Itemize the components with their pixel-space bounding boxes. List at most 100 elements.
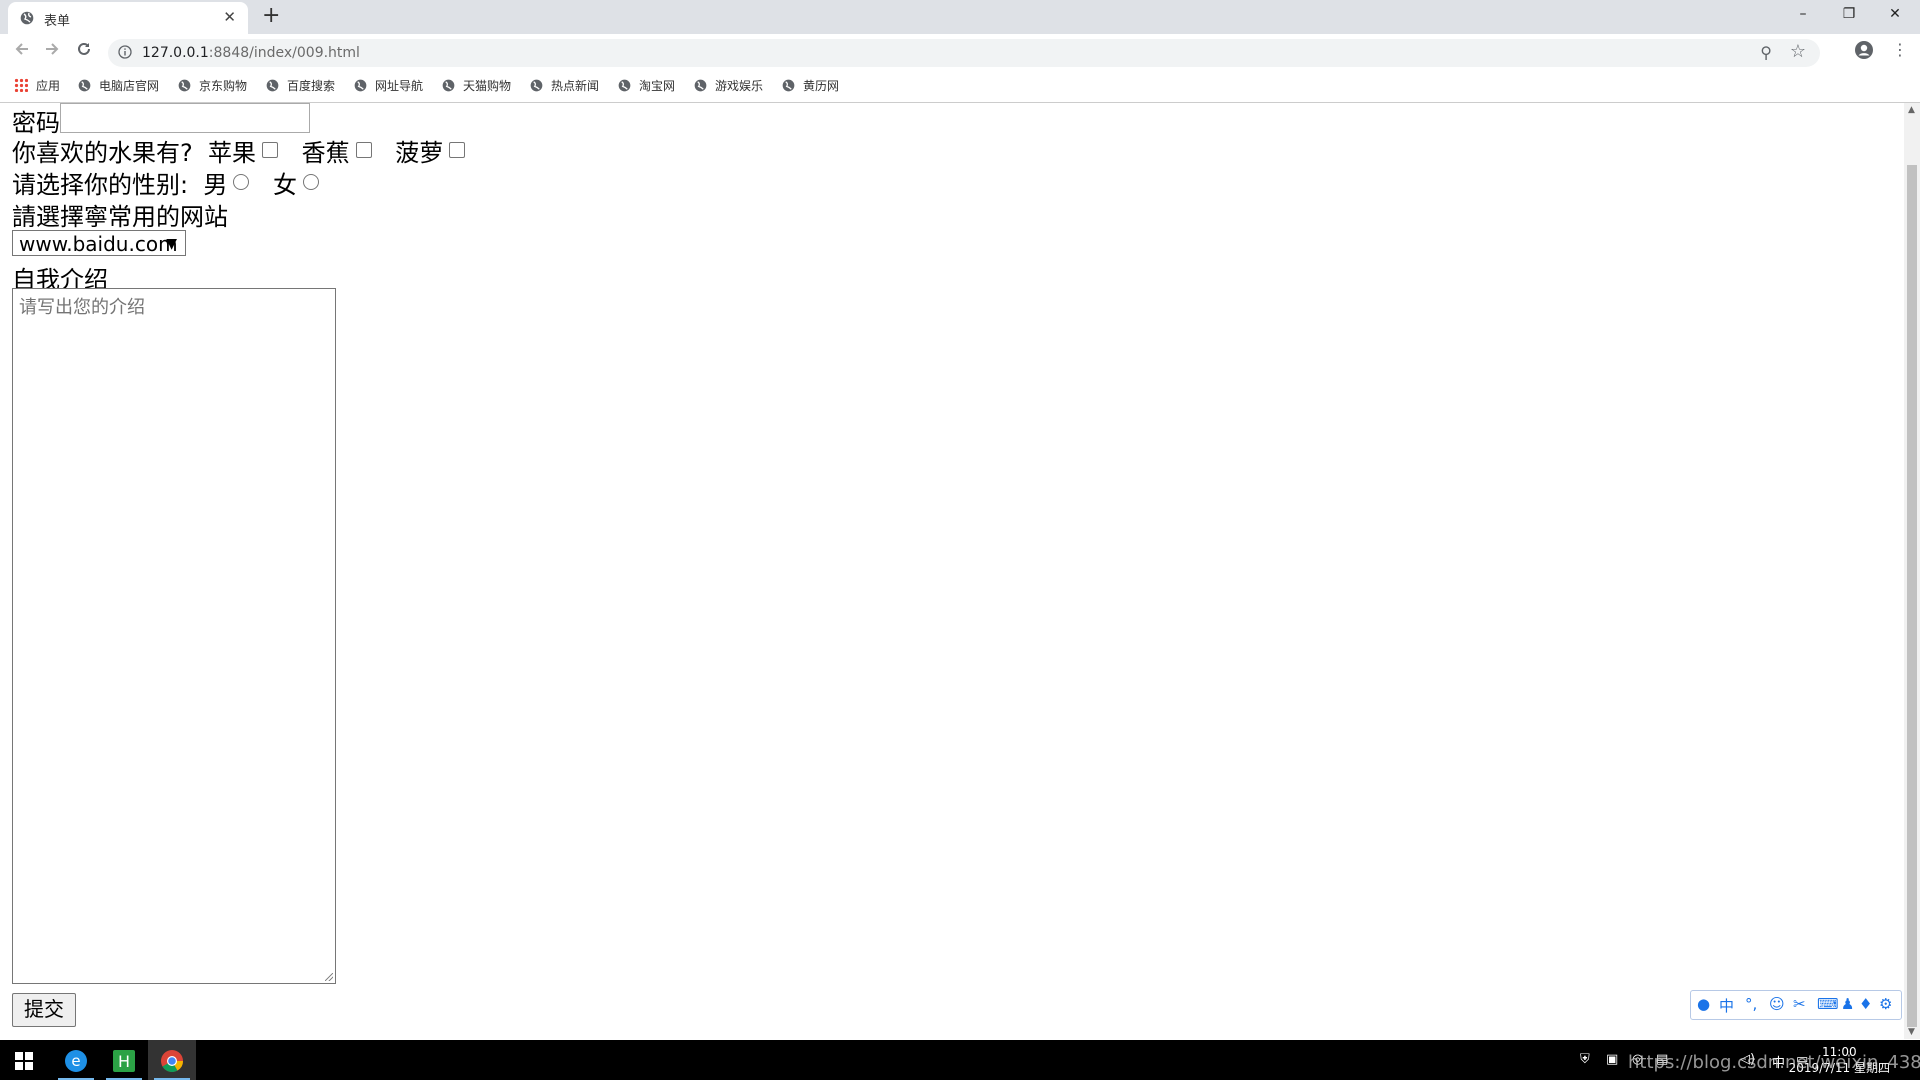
bookmark-apps[interactable]: 应用 — [14, 77, 60, 94]
intro-row: 请写出您的介绍 — [12, 288, 342, 988]
fruit-checkbox[interactable] — [449, 142, 466, 158]
fruit-option-label: 香蕉 — [301, 139, 350, 167]
intro-textarea[interactable]: 请写出您的介绍 — [12, 288, 336, 984]
tray-nvidia-icon[interactable]: ▣ — [1606, 1052, 1618, 1067]
website-select[interactable]: www.baidu.com ▼ — [12, 230, 186, 256]
bookmark-label: 网址导航 — [375, 79, 424, 93]
scrollbar-thumb[interactable] — [1907, 165, 1917, 1027]
gender-option-label: 男 — [203, 171, 228, 199]
ime-logo-icon[interactable]: ● — [1697, 995, 1710, 1013]
page-viewport: 密码 你喜欢的水果有? 苹果 香蕉 菠萝 请选择你的性别: 男 女 請選擇寧常用… — [0, 103, 1904, 1039]
globe-icon — [266, 79, 279, 92]
bookmark-label: 应用 — [36, 79, 61, 93]
windows-logo-icon — [15, 1051, 33, 1070]
ime-keyboard-icon[interactable]: ⌨ — [1817, 995, 1839, 1013]
fruit-checkbox[interactable] — [355, 142, 372, 158]
gender-radio[interactable] — [303, 174, 319, 190]
globe-icon — [530, 79, 543, 92]
scroll-up-icon[interactable]: ▲ — [1908, 105, 1915, 115]
website-select-value: www.baidu.com — [19, 232, 178, 256]
bookmark-item[interactable]: 电脑店官网 — [78, 77, 159, 94]
dropdown-arrow-icon: ▼ — [166, 236, 177, 252]
bookmark-item[interactable]: 京东购物 — [178, 77, 247, 94]
bookmark-item[interactable]: 热点新闻 — [530, 77, 599, 94]
fruit-checkbox[interactable] — [262, 142, 279, 158]
gender-question: 请选择你的性别: — [12, 171, 189, 199]
address-bar[interactable]: 127.0.0.1:8848/index/009.html ⚲ ☆ — [108, 39, 1820, 67]
vertical-scrollbar[interactable]: ▲ ▼ — [1904, 103, 1920, 1039]
bookmark-label: 天猫购物 — [463, 79, 512, 93]
bookmark-label: 黄历网 — [803, 79, 840, 93]
forward-arrow-icon — [46, 43, 59, 55]
reload-button[interactable] — [72, 40, 96, 64]
resize-grip-icon[interactable] — [325, 973, 333, 981]
svg-text:H: H — [118, 1052, 130, 1071]
globe-icon — [694, 79, 707, 92]
bookmark-item[interactable]: 游戏娱乐 — [694, 77, 763, 94]
bookmark-label: 京东购物 — [199, 79, 248, 93]
scroll-down-icon[interactable]: ▼ — [1908, 1027, 1915, 1037]
browser-toolbar: 127.0.0.1:8848/index/009.html ⚲ ☆ — [0, 34, 1920, 70]
bookmark-item[interactable]: 淘宝网 — [618, 77, 675, 94]
ime-user-icon[interactable]: ♟ — [1841, 995, 1854, 1013]
ime-emoji-icon[interactable]: ☺ — [1769, 995, 1785, 1013]
ime-scissors-icon[interactable]: ✂ — [1793, 995, 1806, 1013]
bookmark-item[interactable]: 网址导航 — [354, 77, 423, 94]
intro-placeholder: 请写出您的介绍 — [19, 297, 145, 318]
back-arrow-icon — [15, 43, 28, 55]
globe-icon — [354, 79, 367, 92]
globe-icon — [442, 79, 455, 92]
close-window-button[interactable]: ✕ — [1872, 0, 1918, 30]
tab-close-icon[interactable]: ✕ — [223, 8, 236, 26]
forward-button[interactable] — [40, 40, 64, 64]
maximize-button[interactable]: ❐ — [1826, 0, 1872, 30]
bookmark-item[interactable]: 百度搜索 — [266, 77, 335, 94]
globe-icon — [782, 79, 795, 92]
globe-icon — [78, 79, 91, 92]
bookmark-item[interactable]: 天猫购物 — [442, 77, 511, 94]
ime-language[interactable]: 中 — [1719, 995, 1734, 1016]
globe-icon — [20, 11, 34, 25]
svg-text:e: e — [71, 1052, 80, 1070]
apps-grid-icon — [14, 78, 28, 92]
back-button[interactable] — [10, 40, 34, 64]
ime-punctuation-icon[interactable]: °, — [1745, 995, 1757, 1013]
gender-radio[interactable] — [233, 174, 250, 190]
tray-security-icon[interactable]: ⛨ — [1580, 1052, 1590, 1067]
submit-row: 提交 — [12, 993, 82, 1027]
start-button[interactable] — [0, 1040, 48, 1080]
url-host: 127.0.0.1 — [142, 45, 209, 61]
bookmark-label: 游戏娱乐 — [715, 79, 764, 93]
bookmark-label: 热点新闻 — [551, 79, 600, 93]
bookmark-item[interactable]: 黄历网 — [782, 77, 839, 94]
ie-browser-icon: e — [65, 1049, 87, 1072]
fruit-option-label: 菠萝 — [395, 139, 444, 167]
submit-button[interactable]: 提交 — [12, 993, 76, 1027]
fruit-question: 你喜欢的水果有? — [12, 139, 193, 167]
taskbar-hbuilder[interactable]: H — [100, 1040, 148, 1080]
taskbar-chrome[interactable] — [148, 1040, 196, 1080]
ime-skin-icon[interactable]: ♦ — [1859, 995, 1872, 1013]
tab-active[interactable]: 表单 ✕ — [8, 2, 248, 34]
ime-settings-icon[interactable]: ⚙ — [1879, 995, 1892, 1013]
bookmarks-bar: 应用 电脑店官网 京东购物 百度搜索 网址导航 天猫购物 热点新闻 淘宝网 游戏… — [0, 70, 1920, 103]
gender-row: 请选择你的性别: 男 女 — [12, 165, 335, 200]
url-path: :8848/index/009.html — [208, 45, 360, 61]
more-menu-icon[interactable]: ⋮ — [1892, 40, 1908, 60]
hbuilder-icon: H — [113, 1049, 135, 1072]
watermark-text: https://blog.csdn.net/weixin_43802415 — [1628, 1052, 1920, 1073]
reload-icon — [78, 42, 90, 55]
zoom-icon[interactable]: ⚲ — [1760, 43, 1772, 62]
info-icon[interactable] — [118, 45, 132, 59]
new-tab-button[interactable]: + — [262, 3, 280, 29]
profile-avatar-icon[interactable] — [1854, 40, 1874, 60]
globe-icon — [618, 79, 631, 92]
taskbar-ie[interactable]: e — [52, 1040, 100, 1080]
bookmark-star-icon[interactable]: ☆ — [1790, 41, 1806, 62]
url-text: 127.0.0.1:8848/index/009.html — [142, 45, 360, 61]
bookmark-label: 淘宝网 — [639, 79, 676, 93]
password-input[interactable] — [60, 103, 310, 133]
minimize-button[interactable]: – — [1780, 0, 1826, 30]
fruit-option-label: 苹果 — [208, 139, 257, 167]
gender-option-label: 女 — [273, 171, 297, 199]
